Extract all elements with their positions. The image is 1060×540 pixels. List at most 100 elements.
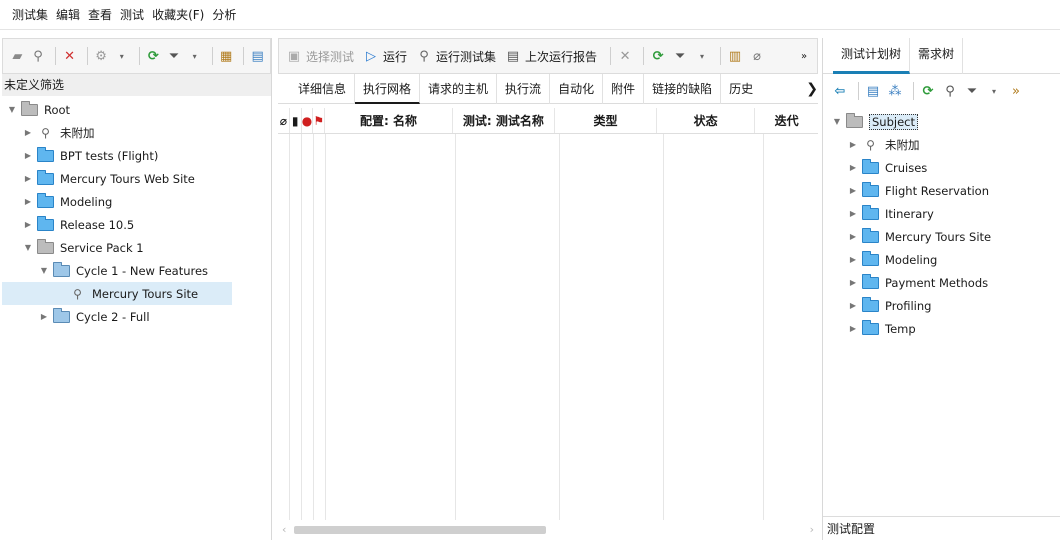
scroll-right-icon[interactable]: › (810, 523, 814, 536)
tree-node-payment-methods[interactable]: ▶ Payment Methods (823, 271, 1060, 294)
horizontal-scrollbar[interactable]: ‹ › (278, 520, 818, 540)
menu-test-set[interactable]: 测试集 (12, 6, 48, 23)
chevron-right-icon[interactable]: ▶ (847, 163, 859, 172)
tree-node-flight-reservation[interactable]: ▶ Flight Reservation (823, 179, 1060, 202)
chevron-right-icon[interactable]: ▶ (847, 140, 859, 149)
chevron-down-icon[interactable]: ▼ (6, 105, 18, 114)
expand-icon[interactable]: » (1007, 82, 1025, 100)
go-to-test-icon[interactable]: ▦ (218, 47, 235, 65)
cycle-icon[interactable]: ⚙ (93, 47, 110, 65)
search-icon[interactable]: ⚲ (941, 82, 959, 100)
tab-history[interactable]: 历史 (721, 74, 761, 104)
tab-requested-hosts[interactable]: 请求的主机 (420, 73, 498, 104)
attachment-column-icon[interactable]: ⌀ (278, 108, 290, 133)
chevron-down-icon[interactable]: ▾ (985, 82, 1003, 100)
tab-details[interactable]: 详细信息 (290, 73, 356, 104)
chevron-right-icon[interactable]: ▶ (22, 151, 34, 160)
column-status[interactable]: 状态 (657, 108, 756, 133)
tree-node-mercury-tours-web-site[interactable]: ▶ Mercury Tours Web Site (2, 167, 271, 190)
tab-execution-grid[interactable]: 执行网格 (355, 73, 421, 104)
scroll-left-icon[interactable]: ‹ (282, 523, 286, 536)
tab-execution-flow[interactable]: 执行流 (497, 73, 551, 104)
menu-view[interactable]: 查看 (88, 6, 112, 23)
overflow-chevron-icon[interactable]: » (795, 47, 813, 65)
tree-node-mercury-tours-site[interactable]: ⚲ Mercury Tours Site (2, 282, 232, 305)
chevron-right-icon[interactable]: ▶ (22, 174, 34, 183)
details-icon[interactable]: ▤ (249, 47, 266, 65)
add-to-test-set-icon[interactable]: ⇦ (831, 82, 849, 100)
tree-node-mercury-tours-site[interactable]: ▶ Mercury Tours Site (823, 225, 1060, 248)
column-type[interactable]: 类型 (555, 108, 657, 133)
tree-node-cycle-1[interactable]: ▼ Cycle 1 - New Features (2, 259, 271, 282)
columns-icon[interactable]: ▥ (726, 47, 744, 65)
tree-node-temp[interactable]: ▶ Temp (823, 317, 1060, 340)
tab-test-plan-tree[interactable]: 测试计划树 (833, 37, 911, 74)
filter-icon[interactable]: ⏷ (671, 47, 689, 65)
refresh-icon[interactable]: ⟳ (919, 82, 937, 100)
tab-automation[interactable]: 自动化 (550, 73, 604, 104)
refresh-icon[interactable]: ⟳ (145, 47, 162, 65)
chevron-down-icon[interactable]: ▼ (38, 266, 50, 275)
go-to-icon[interactable]: ⁂ (886, 82, 904, 100)
tree-node-unattached[interactable]: ▶ ⚲ 未附加 (2, 121, 271, 144)
chevron-right-icon[interactable]: ▶ (847, 278, 859, 287)
tab-attachments[interactable]: 附件 (603, 73, 645, 104)
tree-node-itinerary[interactable]: ▶ Itinerary (823, 202, 1060, 225)
chevron-right-icon[interactable]: ▶ (847, 186, 859, 195)
menu-favorites[interactable]: 收藏夹(F) (152, 6, 204, 23)
tree-node-root[interactable]: ▼ Root (2, 98, 271, 121)
tab-linked-defects[interactable]: 链接的缺陷 (644, 73, 722, 104)
chevron-down-icon[interactable]: ▾ (693, 47, 711, 65)
scrollbar-thumb[interactable] (294, 526, 546, 534)
tab-requirements-tree[interactable]: 需求树 (910, 37, 964, 74)
select-tests-button[interactable]: ▣ 选择测试 (285, 47, 354, 65)
chevron-right-icon[interactable]: ▶ (847, 232, 859, 241)
tree-node-modeling[interactable]: ▶ Modeling (2, 190, 271, 213)
chevron-right-icon[interactable]: ▶ (38, 312, 50, 321)
chevron-down-icon[interactable]: ▼ (831, 117, 843, 126)
defect-column-icon[interactable]: ● (302, 108, 314, 133)
chevron-right-icon[interactable]: ▶ (847, 209, 859, 218)
new-folder-icon[interactable]: ▰ (9, 47, 26, 65)
chevron-right-icon[interactable]: ▶ (847, 301, 859, 310)
tabs-scroll-right-icon[interactable]: ❯ (806, 81, 818, 97)
tree-node-profiling[interactable]: ▶ Profiling (823, 294, 1060, 317)
filter-icon[interactable]: ⏷ (963, 82, 981, 100)
details-icon[interactable]: ▤ (864, 82, 882, 100)
chevron-right-icon[interactable]: ▶ (22, 220, 34, 229)
tree-node-cycle-2[interactable]: ▶ Cycle 2 - Full (2, 305, 271, 328)
last-run-report-button[interactable]: ▤ 上次运行报告 (504, 47, 597, 65)
column-config-name[interactable]: 配置: 名称 (325, 108, 453, 133)
filter-icon[interactable]: ⏷ (166, 47, 183, 65)
tree-node-label: BPT tests (Flight) (60, 148, 159, 163)
tree-node-modeling[interactable]: ▶ Modeling (823, 248, 1060, 271)
flag-icon[interactable]: ⚑ (313, 108, 326, 133)
menu-edit[interactable]: 编辑 (56, 6, 80, 23)
chevron-right-icon[interactable]: ▶ (847, 255, 859, 264)
tree-node-bpt-tests[interactable]: ▶ BPT tests (Flight) (2, 144, 271, 167)
chevron-right-icon[interactable]: ▶ (22, 128, 34, 137)
chevron-down-icon[interactable]: ▼ (22, 243, 34, 252)
test-configurations-panel[interactable]: 测试配置 (823, 516, 1060, 540)
tree-node-cruises[interactable]: ▶ Cruises (823, 156, 1060, 179)
run-test-set-button[interactable]: ⚲ 运行测试集 (415, 47, 496, 65)
column-test-name[interactable]: 测试: 测试名称 (453, 108, 555, 133)
tree-node-release-10-5[interactable]: ▶ Release 10.5 (2, 213, 271, 236)
menu-test[interactable]: 测试 (120, 6, 144, 23)
chevron-right-icon[interactable]: ▶ (22, 197, 34, 206)
delete-icon[interactable]: ✕ (61, 47, 78, 65)
remove-icon[interactable]: ✕ (616, 47, 634, 65)
refresh-icon[interactable]: ⟳ (649, 47, 667, 65)
chevron-down-icon[interactable]: ▾ (113, 47, 130, 65)
menu-analysis[interactable]: 分析 (212, 6, 236, 23)
tree-node-unattached[interactable]: ▶ ⚲ 未附加 (823, 133, 1060, 156)
run-button[interactable]: ▷ 运行 (362, 47, 407, 65)
column-iterations[interactable]: 迭代 (755, 108, 818, 133)
tree-node-service-pack-1[interactable]: ▼ Service Pack 1 (2, 236, 271, 259)
tree-node-subject[interactable]: ▼ Subject (823, 110, 1060, 133)
chevron-right-icon[interactable]: ▶ (847, 324, 859, 333)
chevron-down-icon[interactable]: ▾ (186, 47, 203, 65)
new-test-set-icon[interactable]: ⚲ (30, 47, 47, 65)
status-column-icon[interactable]: ▮ (290, 108, 302, 133)
attachment-icon[interactable]: ⌀ (748, 47, 766, 65)
